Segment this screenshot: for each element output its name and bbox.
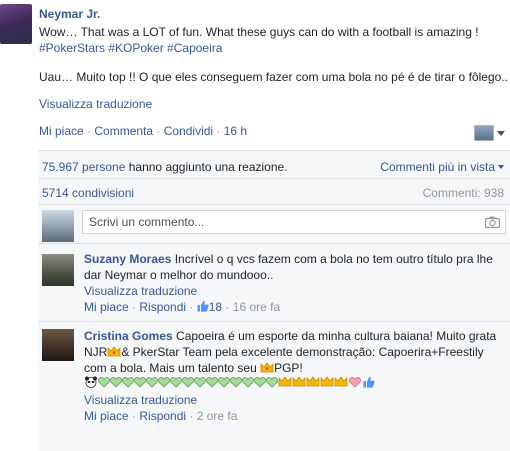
- separator-dot: ·: [186, 300, 197, 314]
- comment-text-part: NJR: [84, 345, 108, 359]
- divider: [38, 204, 510, 205]
- chevron-down-icon[interactable]: [497, 131, 505, 136]
- green-hearts-emoji-icon: [98, 377, 278, 388]
- comment-reply-button[interactable]: Rispondi: [139, 300, 186, 314]
- author-avatar[interactable]: [0, 4, 32, 44]
- post-actions: Mi piace · Commenta · Condividi · 16 h: [39, 124, 247, 138]
- see-translation-link[interactable]: Visualizza traduzione: [84, 392, 508, 408]
- crown-emoji-icon: [260, 362, 274, 373]
- post-hashtags[interactable]: #PokerStars #KOPoker #Capoeira: [39, 41, 222, 55]
- thumbs-up-emoji-icon: [363, 376, 375, 388]
- shares-link[interactable]: 5714 condivisioni: [42, 186, 134, 200]
- separator-dot: ·: [213, 124, 224, 138]
- panda-emoji-icon: [85, 376, 97, 388]
- post-text-en: Wow… That was a LOT of fun. What these g…: [39, 25, 479, 39]
- separator-dot: ·: [128, 300, 140, 314]
- comment-item: Cristina Gomes Capoeira é um esporte da …: [84, 328, 508, 424]
- separator-dot: ·: [153, 124, 164, 138]
- comment-actions: Mi piace · Rispondi · 2 ore fa: [84, 408, 508, 424]
- comment-timestamp[interactable]: 16 ore fa: [233, 300, 280, 314]
- feedback-panel: 75.967 persone hanno aggiunto una reazio…: [38, 150, 510, 451]
- pink-heart-emoji-icon: [349, 377, 361, 388]
- commenter-name[interactable]: Suzany Moraes: [84, 252, 171, 266]
- post-text-pt: Uau… Muito top !! O que eles conseguem f…: [39, 70, 508, 84]
- share-button[interactable]: Condividi: [164, 124, 213, 138]
- comment-text: Capoeira é um esporte da minha cultura b…: [172, 329, 497, 343]
- reaction-summary-text: hanno aggiunto una reazione.: [125, 160, 288, 174]
- comment-composer[interactable]: [82, 210, 506, 234]
- comment-like-button[interactable]: Mi piace: [84, 409, 129, 423]
- commenter-name[interactable]: Cristina Gomes: [84, 329, 173, 343]
- post-timestamp[interactable]: 16 h: [224, 124, 247, 138]
- comment-text-part: PGP!: [274, 361, 303, 375]
- separator-dot: ·: [186, 409, 197, 423]
- comment-order-label[interactable]: Commenti più in vista: [380, 160, 495, 174]
- commenter-avatar[interactable]: [42, 254, 74, 286]
- post-text: Wow… That was a LOT of fun. What these g…: [39, 24, 507, 56]
- caret-down-icon[interactable]: [498, 165, 504, 169]
- comment-timestamp[interactable]: 2 ore fa: [197, 409, 238, 423]
- see-translation-link[interactable]: Visualizza traduzione: [39, 97, 152, 111]
- comment-item: Suzany Moraes Incrível o q vcs fazem com…: [84, 251, 508, 315]
- comment-actions: Mi piace · Rispondi · 18 · 16 ore fa: [84, 299, 508, 315]
- audience-selector-avatar[interactable]: [474, 125, 494, 141]
- separator-dot: ·: [128, 409, 140, 423]
- see-translation-link[interactable]: Visualizza traduzione: [84, 283, 508, 299]
- reaction-summary: 75.967 persone hanno aggiunto una reazio…: [42, 160, 288, 174]
- comment-content: Suzany Moraes Incrível o q vcs fazem com…: [84, 251, 508, 283]
- current-user-avatar[interactable]: [42, 210, 74, 242]
- divider: [38, 243, 510, 244]
- comment-order-dropdown[interactable]: Commenti più in vista: [380, 160, 504, 174]
- emoji-row: [84, 376, 508, 392]
- reaction-count-link[interactable]: 75.967 persone: [42, 160, 125, 174]
- divider: [38, 321, 510, 322]
- commenter-avatar[interactable]: [42, 329, 74, 361]
- comment-input[interactable]: [83, 211, 463, 233]
- comment-button[interactable]: Commenta: [94, 124, 153, 138]
- comment-reply-button[interactable]: Rispondi: [139, 409, 186, 423]
- crowns-emoji-icon: [278, 376, 348, 387]
- thumbs-up-icon: [197, 300, 209, 312]
- separator-dot: ·: [83, 124, 95, 138]
- comment-content: Cristina Gomes Capoeira é um esporte da …: [84, 328, 508, 376]
- like-button[interactable]: Mi piace: [39, 124, 84, 138]
- camera-icon[interactable]: [485, 216, 500, 228]
- crown-emoji-icon: [107, 346, 121, 357]
- post-author[interactable]: Neymar Jr.: [39, 7, 100, 21]
- comment-like-count[interactable]: 18: [209, 300, 222, 314]
- divider: [38, 178, 510, 179]
- separator-dot: ·: [222, 300, 233, 314]
- comment-like-button[interactable]: Mi piace: [84, 300, 129, 314]
- comment-count: Commenti: 938: [422, 186, 504, 200]
